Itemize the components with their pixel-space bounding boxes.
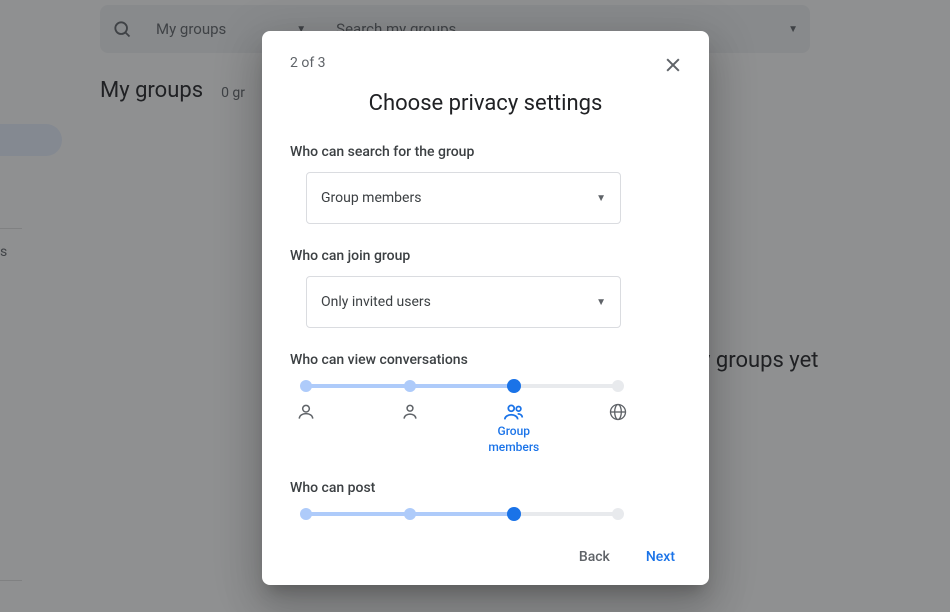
globe-icon bbox=[608, 402, 628, 422]
dialog-title: Choose privacy settings bbox=[290, 91, 681, 116]
search-visibility-select[interactable]: Group members ▼ bbox=[306, 172, 621, 224]
search-section-label: Who can search for the group bbox=[290, 144, 681, 160]
manager-icon bbox=[400, 402, 420, 422]
select-value: Group members bbox=[321, 190, 421, 206]
view-permissions-slider[interactable] bbox=[306, 380, 618, 392]
privacy-settings-dialog: 2 of 3 Choose privacy settings Who can s… bbox=[262, 31, 709, 585]
view-slider-icons bbox=[306, 402, 618, 424]
dialog-content[interactable]: 2 of 3 Choose privacy settings Who can s… bbox=[262, 31, 709, 529]
slider-stop[interactable] bbox=[300, 508, 312, 520]
close-button[interactable] bbox=[655, 47, 691, 83]
slider-stop[interactable] bbox=[300, 380, 312, 392]
join-section-label: Who can join group bbox=[290, 248, 681, 264]
dropdown-caret-icon: ▼ bbox=[596, 297, 606, 308]
slider-stop-selected[interactable] bbox=[507, 379, 521, 393]
view-section-label: Who can view conversations bbox=[290, 352, 681, 368]
close-icon bbox=[663, 55, 683, 75]
post-section-label: Who can post bbox=[290, 480, 681, 496]
dialog-footer: Back Next bbox=[262, 529, 709, 585]
next-button[interactable]: Next bbox=[632, 541, 689, 573]
select-value: Only invited users bbox=[321, 294, 431, 310]
view-slider-selected-label: Group members bbox=[474, 424, 554, 455]
slider-stop[interactable] bbox=[612, 508, 624, 520]
back-button[interactable]: Back bbox=[565, 541, 624, 573]
dropdown-caret-icon: ▼ bbox=[596, 193, 606, 204]
slider-stop[interactable] bbox=[404, 508, 416, 520]
owner-icon bbox=[296, 402, 316, 422]
slider-stop-selected[interactable] bbox=[507, 507, 521, 521]
slider-stop[interactable] bbox=[612, 380, 624, 392]
group-members-icon bbox=[503, 402, 525, 422]
join-policy-select[interactable]: Only invited users ▼ bbox=[306, 276, 621, 328]
slider-stop[interactable] bbox=[404, 380, 416, 392]
step-indicator: 2 of 3 bbox=[290, 55, 681, 71]
post-permissions-slider[interactable] bbox=[306, 508, 618, 520]
